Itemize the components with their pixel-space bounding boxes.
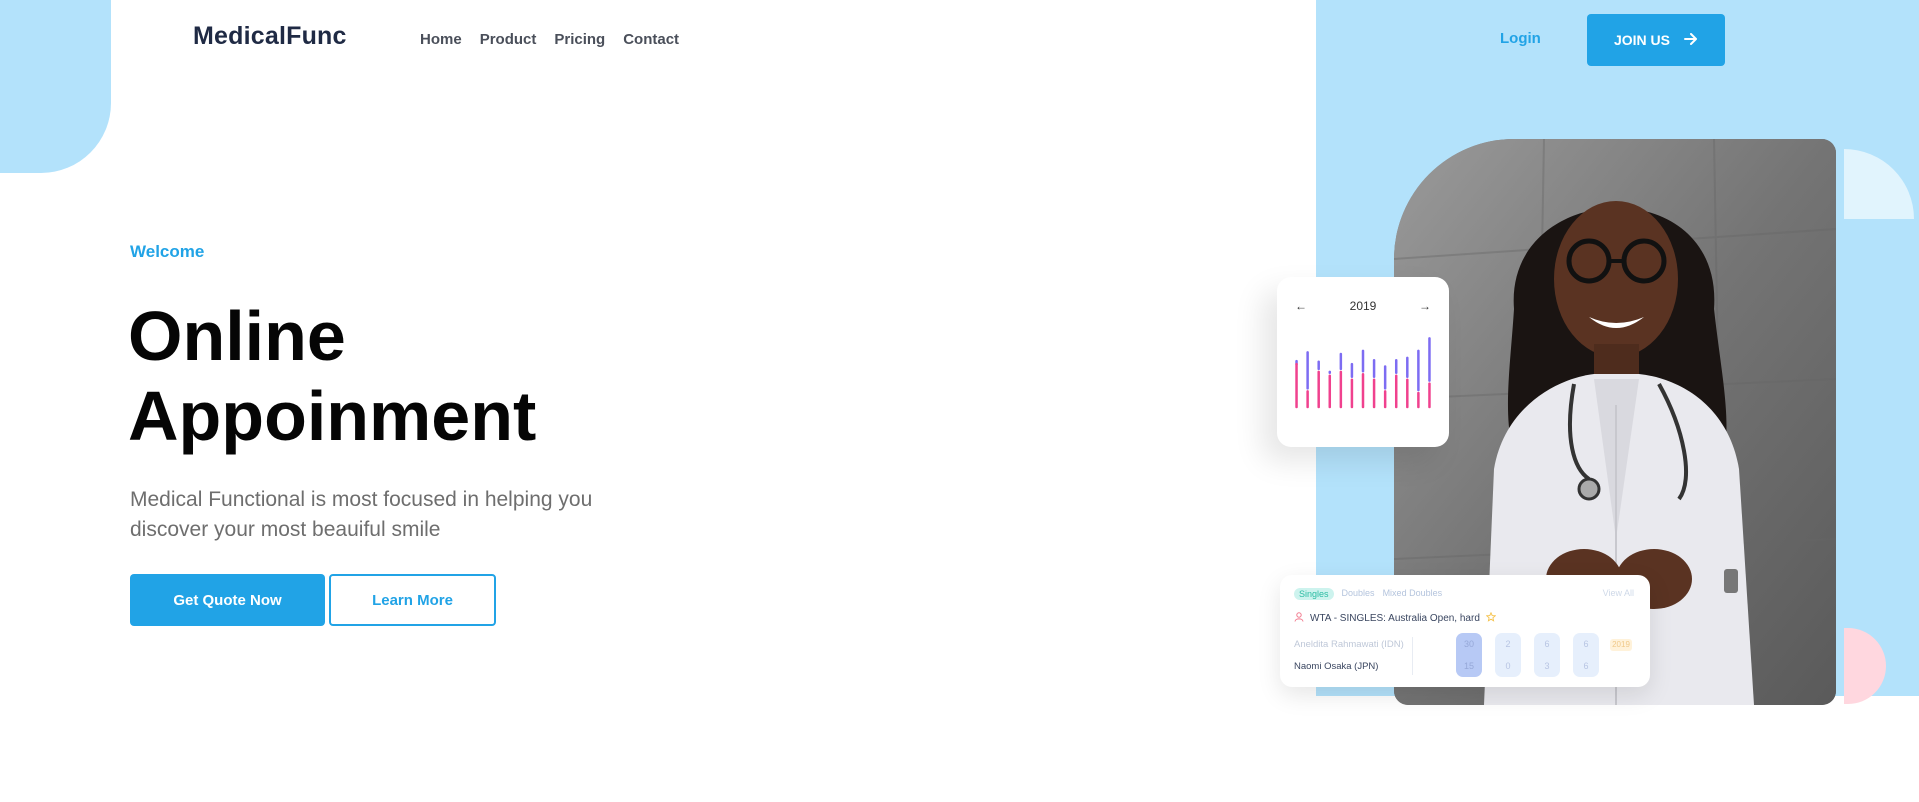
welcome-label: Welcome [130,242,205,261]
player-1-name: Aneldita Rahmawati (IDN) [1294,639,1404,650]
score-column: 6 6 [1573,633,1599,677]
score-column: 6 3 [1534,633,1560,677]
hero-description: Medical Functional is most focused in he… [130,485,690,545]
brand-logo[interactable]: MedicalFunc [193,22,347,51]
chart-card-header: ← 2019 → [1277,299,1449,313]
score-value: 3 [1544,661,1550,671]
score-value: 6 [1583,661,1589,671]
join-us-button[interactable]: JOIN US [1587,14,1725,66]
nav-product[interactable]: Product [480,31,537,48]
event-title: WTA - SINGLES: Australia Open, hard [1310,613,1480,624]
learn-more-button[interactable]: Learn More [329,574,496,626]
score-column: 30 15 [1456,633,1482,677]
star-icon[interactable] [1485,611,1497,625]
divider [1412,637,1413,675]
score-value: 6 [1583,639,1589,649]
hero-description-line-2: discover your most beauiful smile [130,518,441,541]
hero-title-line-1: Online [128,297,346,375]
join-us-label: JOIN US [1613,32,1670,48]
decorative-corner-shape [0,0,111,173]
arrow-right-icon [1684,32,1698,48]
login-link[interactable]: Login [1500,30,1541,47]
score-column: 2 0 [1495,633,1521,677]
tab-mixed-doubles[interactable]: Mixed Doubles [1383,588,1443,600]
user-icon [1294,612,1304,625]
main-nav: Home Product Pricing Contact [420,31,679,48]
score-value: 6 [1544,639,1550,649]
chart-year: 2019 [1349,299,1377,313]
tab-singles[interactable]: Singles [1294,588,1334,600]
player-2-name: Naomi Osaka (JPN) [1294,661,1379,672]
arrow-right-icon[interactable]: → [1419,299,1431,313]
hero-title-line-2: Appoinment [128,377,537,455]
score-value: 0 [1505,661,1511,671]
nav-home[interactable]: Home [420,31,462,48]
nav-contact[interactable]: Contact [623,31,679,48]
arrow-left-icon[interactable]: ← [1295,299,1307,313]
hero-description-line-1: Medical Functional is most focused in he… [130,488,593,511]
stats-chart-card: ← 2019 → [1277,277,1449,447]
match-tabs: Singles Doubles Mixed Doubles [1294,588,1442,600]
view-all-link[interactable]: View All [1603,588,1634,598]
score-value: 2 [1505,639,1511,649]
score-value: 15 [1463,661,1474,671]
year-badge: 2019 [1610,639,1632,651]
tab-doubles[interactable]: Doubles [1342,588,1375,600]
mini-bar-chart [1295,337,1431,409]
hero-title: Online Appoinment [128,296,828,456]
event-row: WTA - SINGLES: Australia Open, hard [1294,611,1497,625]
match-card: Singles Doubles Mixed Doubles View All W… [1280,575,1650,687]
get-quote-button[interactable]: Get Quote Now [130,574,325,626]
score-value: 30 [1463,639,1474,649]
nav-pricing[interactable]: Pricing [554,31,605,48]
